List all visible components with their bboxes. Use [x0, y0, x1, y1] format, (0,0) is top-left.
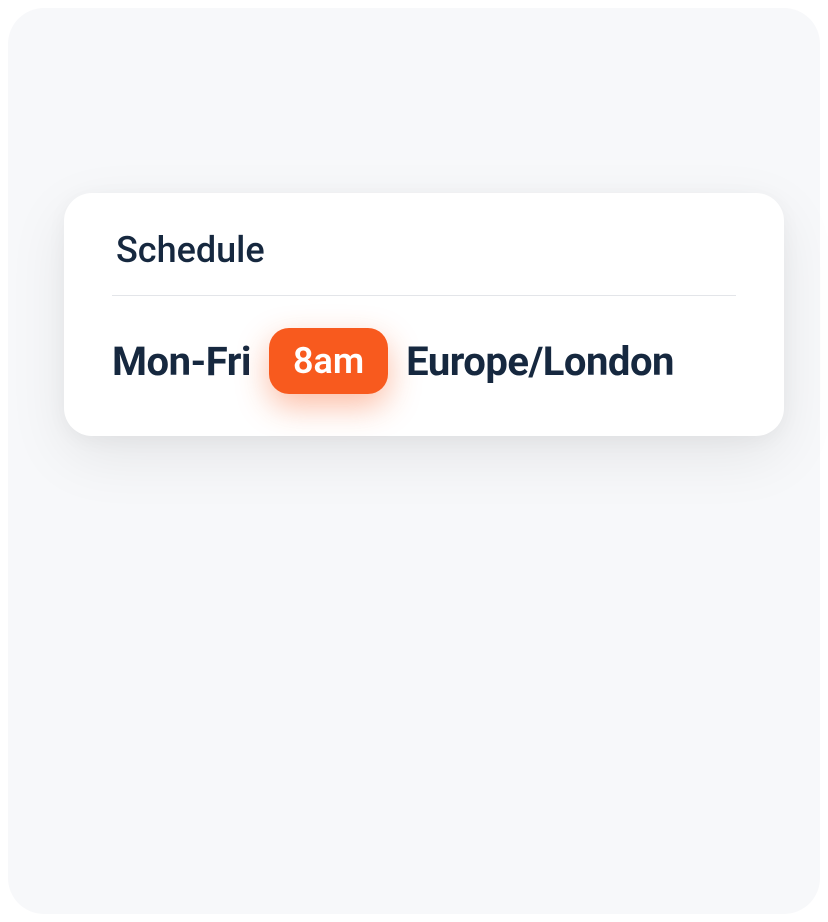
schedule-card: Schedule Mon-Fri 8am Europe/London — [64, 193, 784, 436]
schedule-days: Mon-Fri — [112, 338, 251, 385]
schedule-timezone: Europe/London — [406, 338, 674, 385]
outer-panel: Schedule Mon-Fri 8am Europe/London — [8, 8, 820, 914]
divider — [112, 295, 736, 296]
schedule-time-badge[interactable]: 8am — [269, 328, 388, 394]
card-title: Schedule — [112, 229, 736, 271]
schedule-row: Mon-Fri 8am Europe/London — [112, 328, 736, 394]
